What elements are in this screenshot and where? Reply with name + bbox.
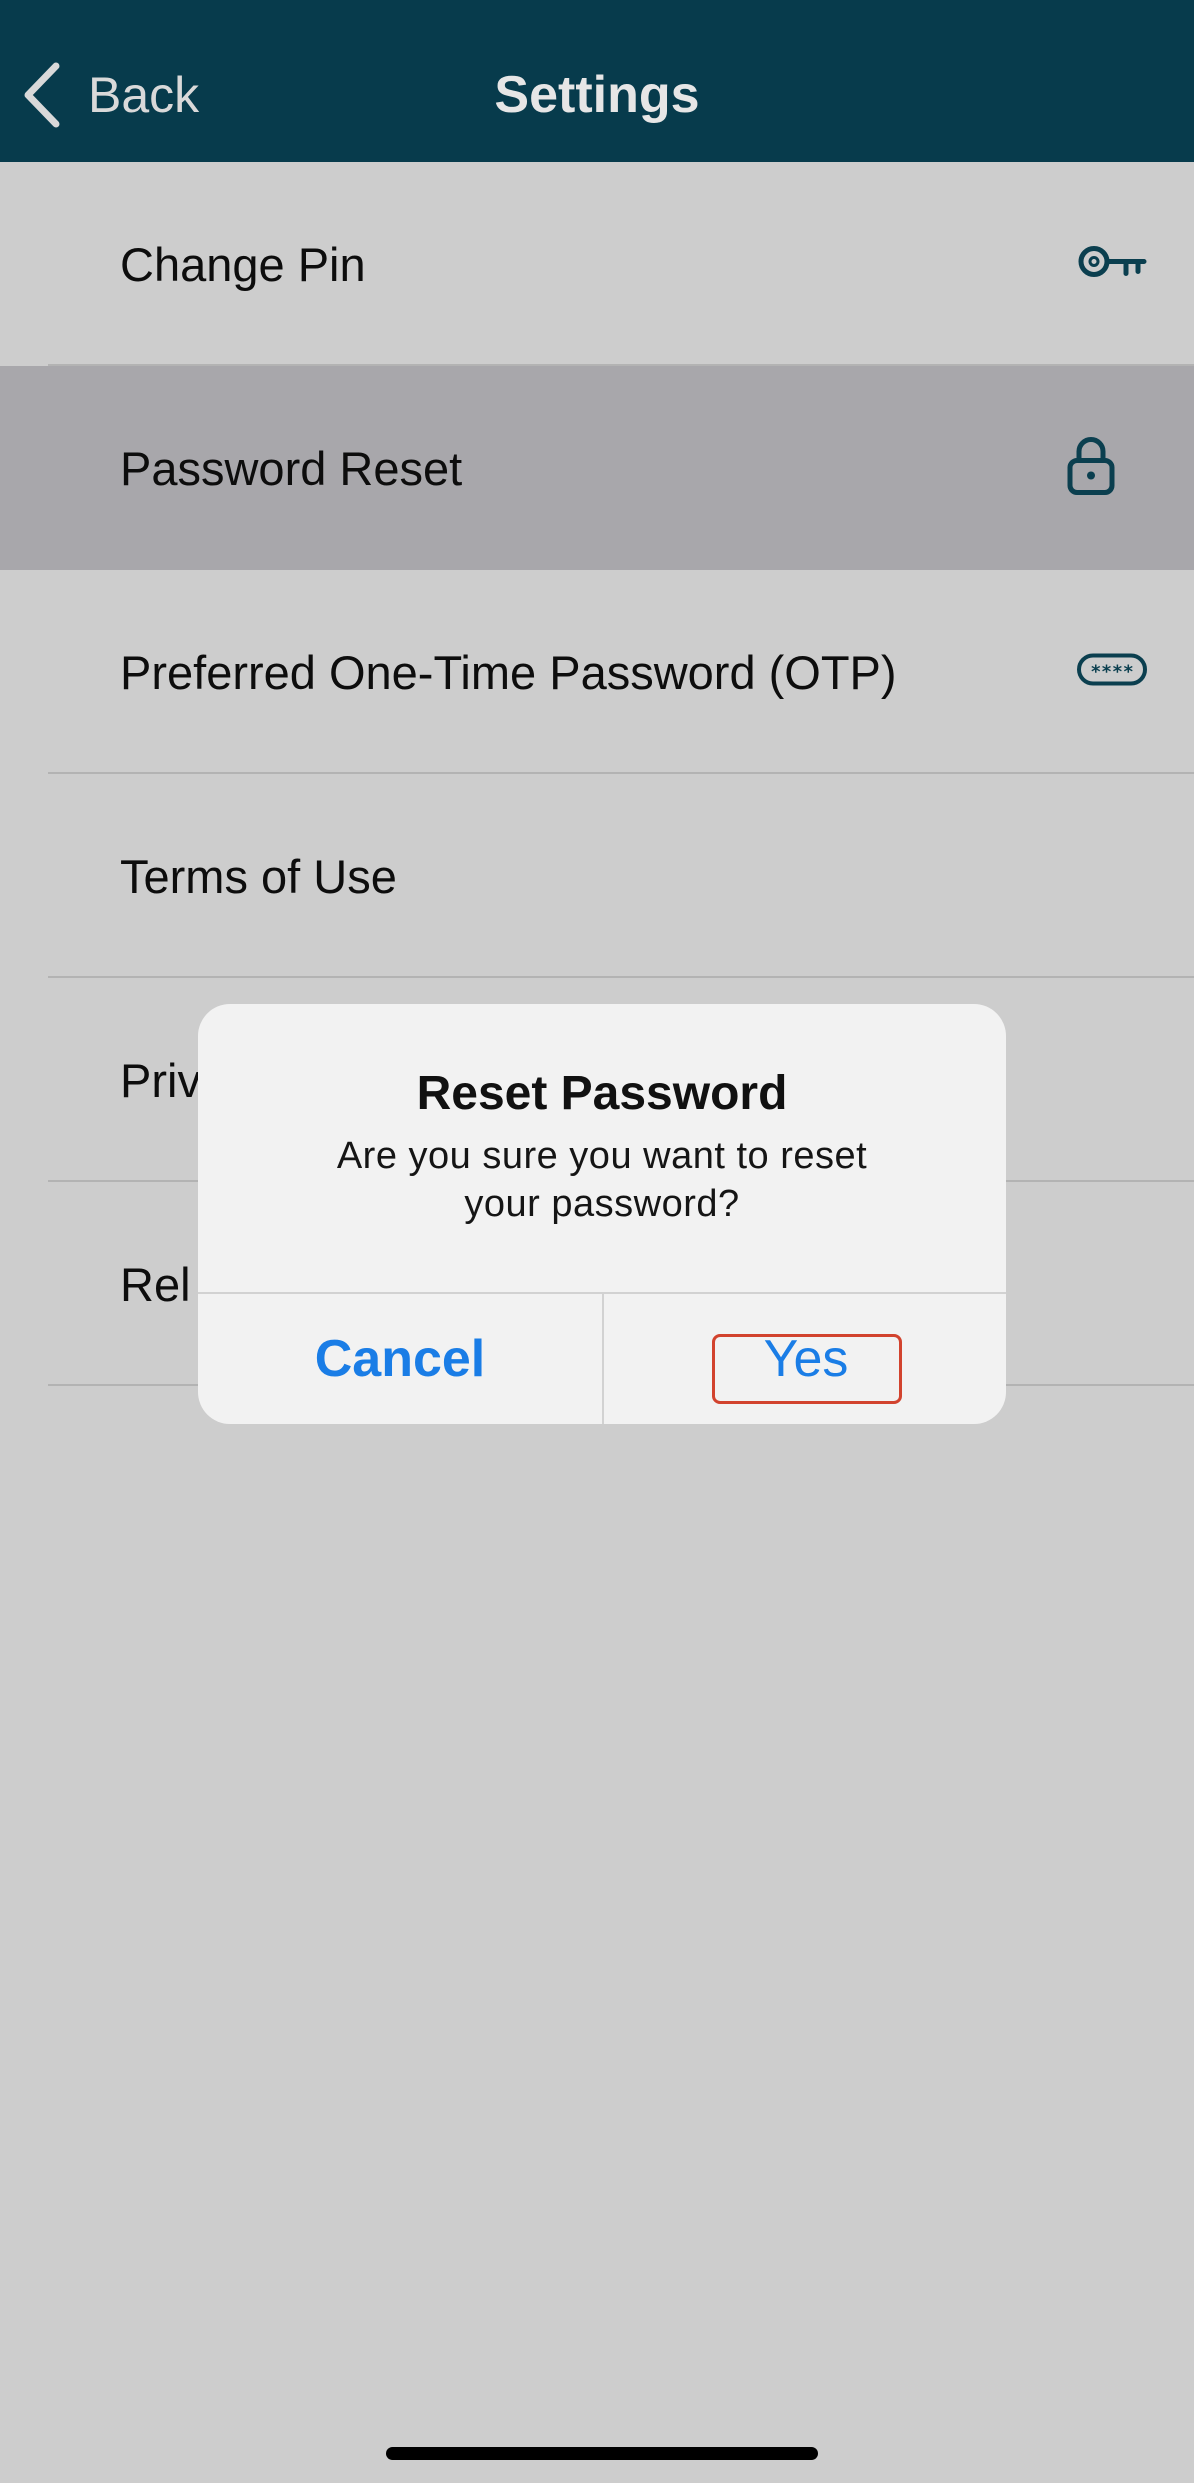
home-indicator[interactable]	[386, 2447, 818, 2460]
cancel-button[interactable]: Cancel	[198, 1294, 602, 1424]
dialog-title: Reset Password	[416, 1067, 788, 1120]
dialog-message: Are you sure you want to reset your pass…	[288, 1132, 916, 1228]
dialog-message-line: your password?	[464, 1183, 740, 1225]
yes-button-highlight	[712, 1334, 902, 1404]
dialog-message-line: Are you sure you want to reset	[336, 1135, 868, 1177]
